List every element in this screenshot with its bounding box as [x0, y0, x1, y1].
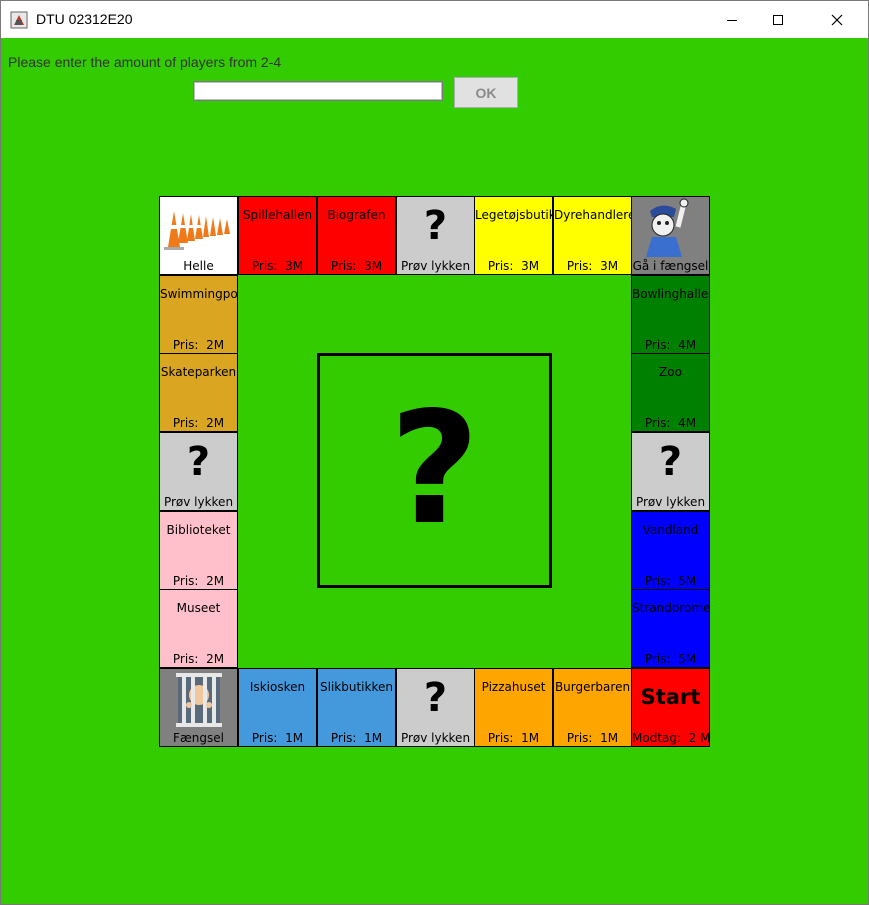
field-price: Pris: 2M	[172, 574, 225, 588]
field-name: Slikbutikken	[320, 680, 393, 694]
game-window: DTU 02312E20 Please enter the amount of …	[0, 0, 869, 905]
field-name: Dyrehandlere	[554, 208, 632, 222]
field-price: Pris: 2M	[172, 416, 225, 430]
field-zoo[interactable]: Zoo Pris: 4M	[631, 353, 710, 432]
maximize-button[interactable]	[755, 1, 801, 38]
field-price: Pris: 1M	[330, 731, 383, 745]
field-chance-left[interactable]: ? Prøv lykken	[159, 432, 238, 511]
field-skateparken[interactable]: Skateparken Pris: 2M	[159, 353, 238, 432]
field-legetojsbutik[interactable]: Legetøjsbutik Pris: 3M	[474, 196, 553, 275]
field-name: Burgerbaren	[554, 680, 631, 694]
field-price: Pris: 4M	[644, 416, 697, 430]
field-price: Pris: 1M	[566, 731, 619, 745]
field-biblioteket[interactable]: Biblioteket Pris: 2M	[159, 511, 238, 590]
field-name: Swimmingpool	[160, 287, 238, 301]
field-slikbutikken[interactable]: Slikbutikken Pris: 1M	[317, 668, 396, 747]
field-name: Biografen	[327, 208, 386, 222]
field-chance-top[interactable]: ? Prøv lykken	[396, 196, 475, 275]
close-icon	[831, 14, 843, 25]
field-name: Prøv lykken	[400, 259, 471, 273]
field-name: Skateparken	[160, 365, 237, 379]
ok-button[interactable]: OK	[454, 77, 518, 108]
field-price: Pris: 3M	[487, 259, 540, 273]
jail-bars-icon	[176, 673, 222, 727]
field-price: Pris: 5M	[644, 574, 697, 588]
question-mark-icon: ?	[186, 439, 211, 485]
field-name: Prøv lykken	[635, 495, 706, 509]
game-board: Helle Spillehallen Pris: 3M Biografen Pr…	[159, 196, 710, 747]
field-iskiosken[interactable]: Iskiosken Pris: 1M	[238, 668, 317, 747]
field-price: Modtag: 2 M	[632, 731, 710, 745]
java-app-icon	[10, 11, 28, 29]
question-mark-icon: ?	[423, 675, 448, 721]
maximize-icon	[773, 14, 783, 25]
field-name: Zoo	[659, 365, 682, 379]
game-panel: Please enter the amount of players from …	[1, 38, 868, 904]
field-price: Pris: 3M	[251, 259, 304, 273]
minimize-icon	[727, 19, 737, 21]
field-start[interactable]: Start Modtag: 2 M	[631, 668, 710, 747]
field-ga-i-faengsel[interactable]: Gå i fængsel	[631, 196, 710, 275]
field-biografen[interactable]: Biografen Pris: 3M	[317, 196, 396, 275]
minimize-button[interactable]	[709, 1, 755, 38]
police-officer-icon	[646, 198, 689, 257]
field-name: Vandland	[642, 523, 699, 537]
field-name: Museet	[176, 601, 221, 615]
field-name: Strandpromenaden	[632, 601, 710, 615]
field-name: Legetøjsbutik	[475, 208, 553, 222]
field-name: Fængsel	[173, 731, 224, 745]
field-name: Gå i fængsel	[632, 259, 709, 273]
field-price: Pris: 2M	[172, 338, 225, 352]
question-mark-icon: ?	[658, 439, 683, 485]
player-count-prompt: Please enter the amount of players from …	[8, 54, 282, 70]
field-price: Pris: 3M	[566, 259, 619, 273]
window-title: DTU 02312E20	[36, 11, 133, 27]
field-name: Biblioteket	[166, 523, 231, 537]
field-chance-right[interactable]: ? Prøv lykken	[631, 432, 710, 511]
field-price: Pris: 4M	[644, 338, 697, 352]
field-name: Spillehallen	[242, 208, 313, 222]
field-burgerbaren[interactable]: Burgerbaren Pris: 1M	[553, 668, 632, 747]
field-price: Pris: 3M	[330, 259, 383, 273]
field-pizzahuset[interactable]: Pizzahuset Pris: 1M	[474, 668, 553, 747]
player-count-input[interactable]	[193, 81, 443, 101]
question-mark-icon: ?	[423, 203, 448, 249]
field-price: Pris: 2M	[172, 652, 225, 666]
field-price: Pris: 5M	[644, 652, 697, 666]
field-dyrehandlere[interactable]: Dyrehandlere Pris: 3M	[553, 196, 632, 275]
field-swimmingpool[interactable]: Swimmingpool Pris: 2M	[159, 275, 238, 354]
field-name: Pizzahuset	[481, 680, 546, 694]
close-button[interactable]	[814, 1, 860, 38]
field-name: Iskiosken	[249, 680, 306, 694]
field-name: Prøv lykken	[163, 495, 234, 509]
field-bowlinghallen[interactable]: Bowlinghallen Pris: 4M	[631, 275, 710, 354]
field-name: Start	[640, 685, 701, 709]
chance-card-display: ?	[317, 353, 552, 588]
field-faengsel[interactable]: Fængsel	[159, 668, 238, 747]
field-name: Prøv lykken	[400, 731, 471, 745]
field-name: Helle	[183, 259, 214, 273]
title-bar: DTU 02312E20	[1, 1, 868, 38]
field-price: Pris: 1M	[251, 731, 304, 745]
field-strandpromenaden[interactable]: Strandpromenaden Pris: 5M	[631, 589, 710, 668]
field-price: Pris: 1M	[487, 731, 540, 745]
question-mark-icon: ?	[389, 378, 480, 559]
field-museet[interactable]: Museet Pris: 2M	[159, 589, 238, 668]
field-vandland[interactable]: Vandland Pris: 5M	[631, 511, 710, 590]
field-spillehallen[interactable]: Spillehallen Pris: 3M	[238, 196, 317, 275]
field-chance-bottom[interactable]: ? Prøv lykken	[396, 668, 475, 747]
field-name: Bowlinghallen	[632, 287, 710, 301]
field-helle[interactable]: Helle	[159, 196, 238, 275]
traffic-cones-icon	[164, 211, 230, 250]
